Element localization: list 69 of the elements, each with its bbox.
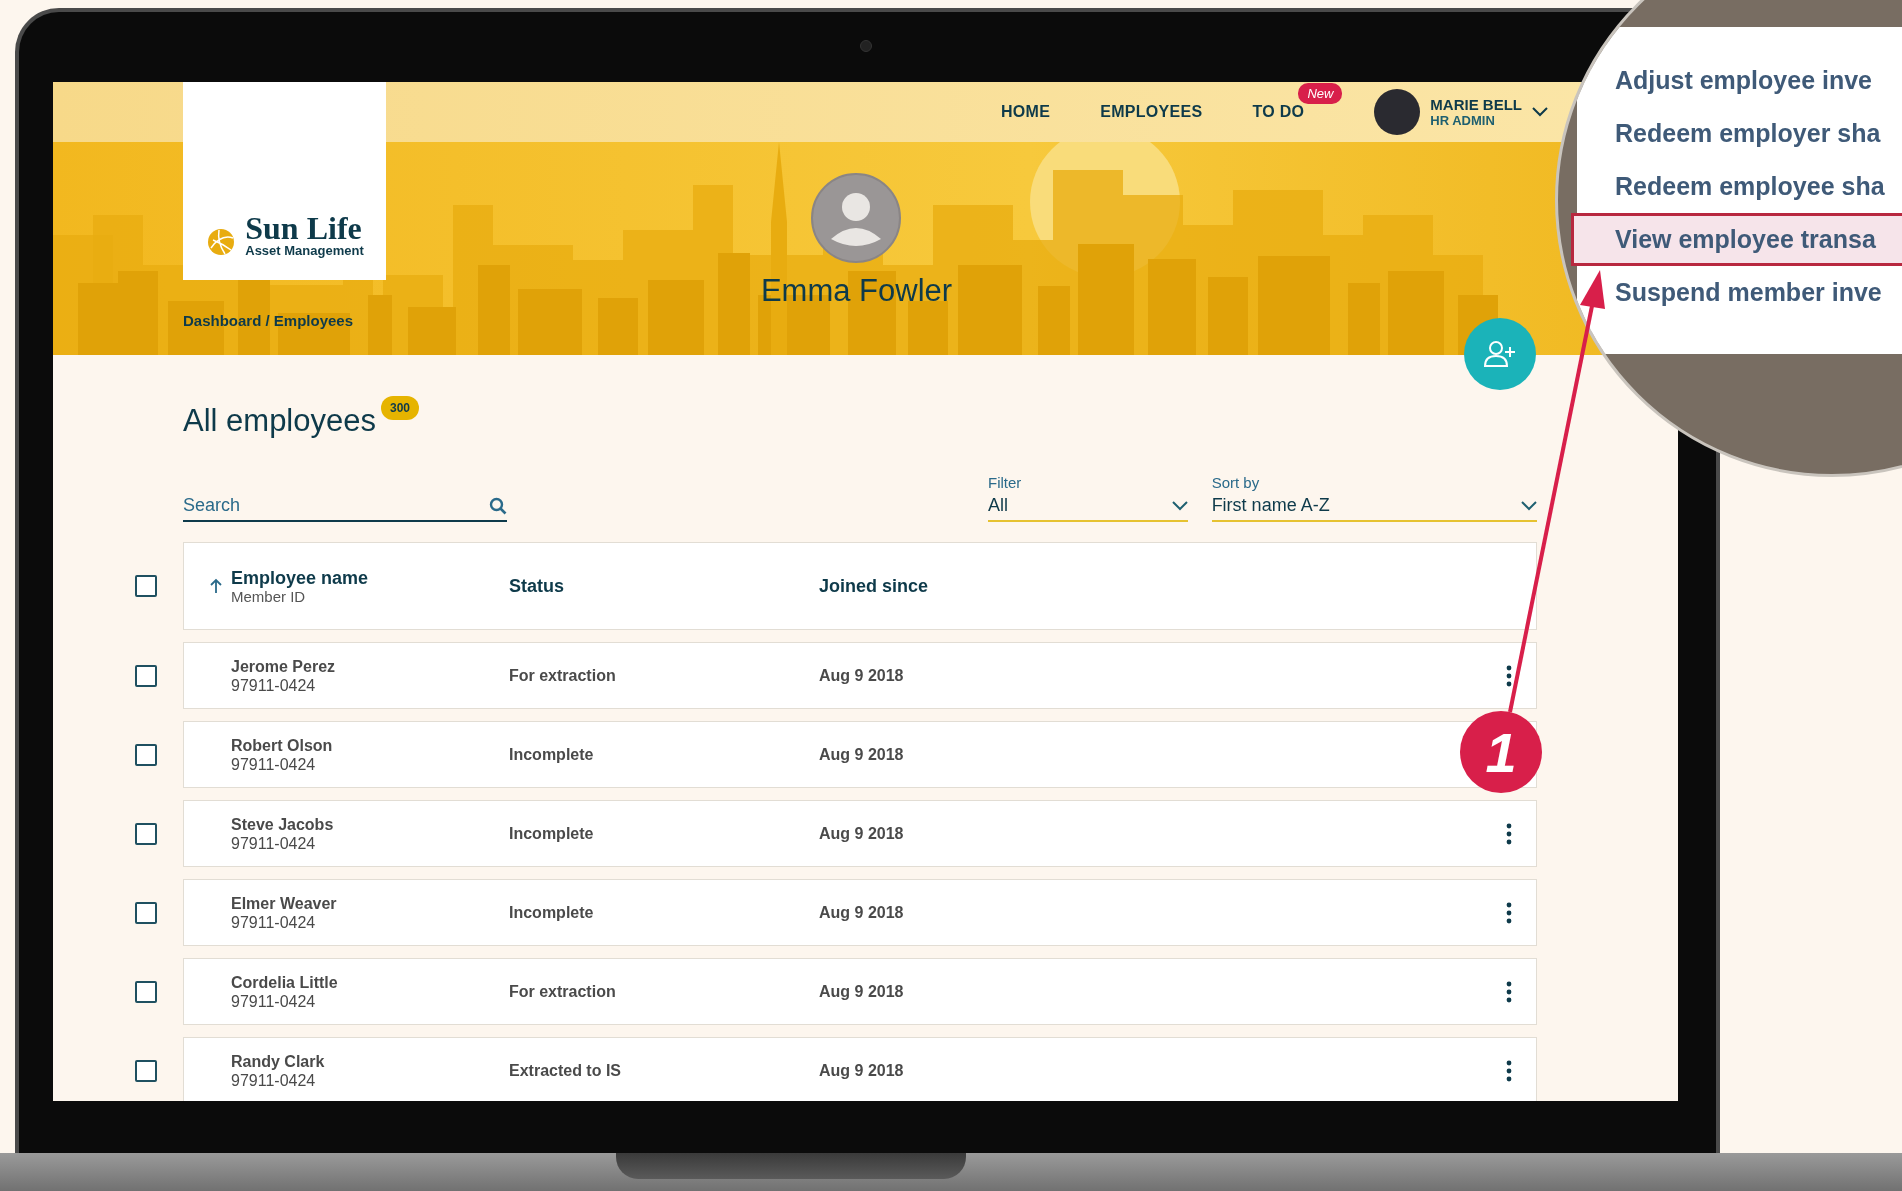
member-id: 97911-0424 [231, 991, 317, 1011]
menu-item[interactable]: Redeem employer sha [1577, 107, 1902, 160]
member-id: 97911-0424 [231, 675, 317, 695]
profile-name: Emma Fowler [760, 273, 953, 309]
joined-date: Aug 9 2018 [819, 1061, 905, 1080]
status-cell-text: Extracted to IS [509, 1061, 623, 1080]
checkbox[interactable] [135, 575, 157, 597]
member-id: 97911-0424 [231, 912, 317, 932]
employee-row[interactable]: Cordelia Little 97911-0424 For extraction Aug 9 2018 [183, 958, 1537, 1025]
checkbox[interactable] [135, 664, 157, 687]
menu-item[interactable]: View employee transa [1571, 213, 1902, 266]
joined-date: Aug 9 2018 [819, 745, 905, 764]
employee-name: Elmer Weaver [231, 893, 338, 913]
employee-name: Jerome Perez [231, 656, 337, 676]
camera-icon [859, 40, 872, 52]
employee-row[interactable]: Randy Clark 97911-0424 Extracted to IS Aug 9 2018 [183, 1037, 1537, 1101]
nav-link[interactable]: EMPLOYEES [1100, 103, 1203, 121]
employee-row[interactable]: Jerome Perez 97911-0424 For extraction Aug 9 2018 [183, 642, 1537, 709]
column-header[interactable]: Joined since [819, 575, 1516, 597]
member-id: 97911-0424 [231, 833, 317, 853]
status-cell-text: Incomplete [509, 824, 595, 843]
checkbox[interactable] [135, 980, 157, 1003]
logo-name: Sun Life [245, 213, 363, 243]
chevron-down-icon [1521, 500, 1537, 511]
column-header[interactable]: Employee name [231, 567, 369, 588]
checkbox[interactable] [135, 901, 157, 924]
user-role: HR ADMIN [1430, 113, 1496, 128]
filter-dropdown[interactable]: Filter All [988, 474, 1188, 522]
chevron-down-icon[interactable] [1532, 107, 1548, 117]
employee-row[interactable]: Elmer Weaver 97911-0424 Incomplete Aug 9 2018 [183, 879, 1537, 946]
user-name: MARIE BELL [1430, 96, 1522, 113]
logo[interactable]: Sun Life Asset Management [183, 82, 386, 280]
joined-date: Aug 9 2018 [819, 903, 905, 922]
breadcrumb[interactable]: Dashboard / Employees [183, 312, 354, 329]
member-id: 97911-0424 [231, 754, 317, 774]
employee-name: Cordelia Little [231, 972, 339, 992]
person-add-icon [1483, 339, 1517, 369]
logo-subtitle: Asset Management [245, 243, 364, 258]
checkbox[interactable] [135, 1059, 157, 1082]
count-badge: 300 [381, 396, 419, 420]
employee-name: Steve Jacobs [231, 814, 335, 834]
nav-link[interactable]: TO DO [1252, 103, 1305, 121]
checkbox[interactable] [135, 822, 157, 845]
menu-item[interactable]: Redeem employee sha [1577, 160, 1902, 213]
sort-arrow-up-icon[interactable] [209, 578, 223, 594]
member-id: 97911-0424 [231, 1070, 317, 1090]
new-badge: New [1298, 83, 1343, 104]
column-subheader: Member ID [231, 587, 306, 605]
joined-date: Aug 9 2018 [819, 666, 905, 685]
menu-item[interactable]: Suspend member inve [1577, 266, 1902, 319]
search-icon [489, 497, 507, 515]
joined-date: Aug 9 2018 [819, 982, 905, 1001]
status-cell-text: Incomplete [509, 745, 595, 764]
employee-name: Robert Olson [231, 735, 334, 755]
page-title: All employees [183, 402, 376, 440]
nav-link[interactable]: HOME [1000, 103, 1051, 121]
employee-name: Randy Clark [231, 1051, 326, 1071]
sort-dropdown[interactable]: Sort by First name A-Z [1211, 474, 1537, 522]
joined-date: Aug 9 2018 [819, 824, 905, 843]
menu-item[interactable]: Adjust employee inve [1577, 54, 1902, 107]
employee-row[interactable]: Steve Jacobs 97911-0424 Incomplete Aug 9 2018 [183, 800, 1537, 867]
column-header[interactable]: Status [509, 575, 819, 597]
search-field[interactable]: Search [183, 495, 507, 522]
checkbox[interactable] [135, 743, 157, 766]
status-cell-text: For extraction [509, 982, 617, 1001]
status-cell-text: Incomplete [509, 903, 595, 922]
status-cell-text: For extraction [509, 666, 617, 685]
user-avatar[interactable] [1374, 89, 1421, 135]
chevron-down-icon [1171, 500, 1188, 511]
